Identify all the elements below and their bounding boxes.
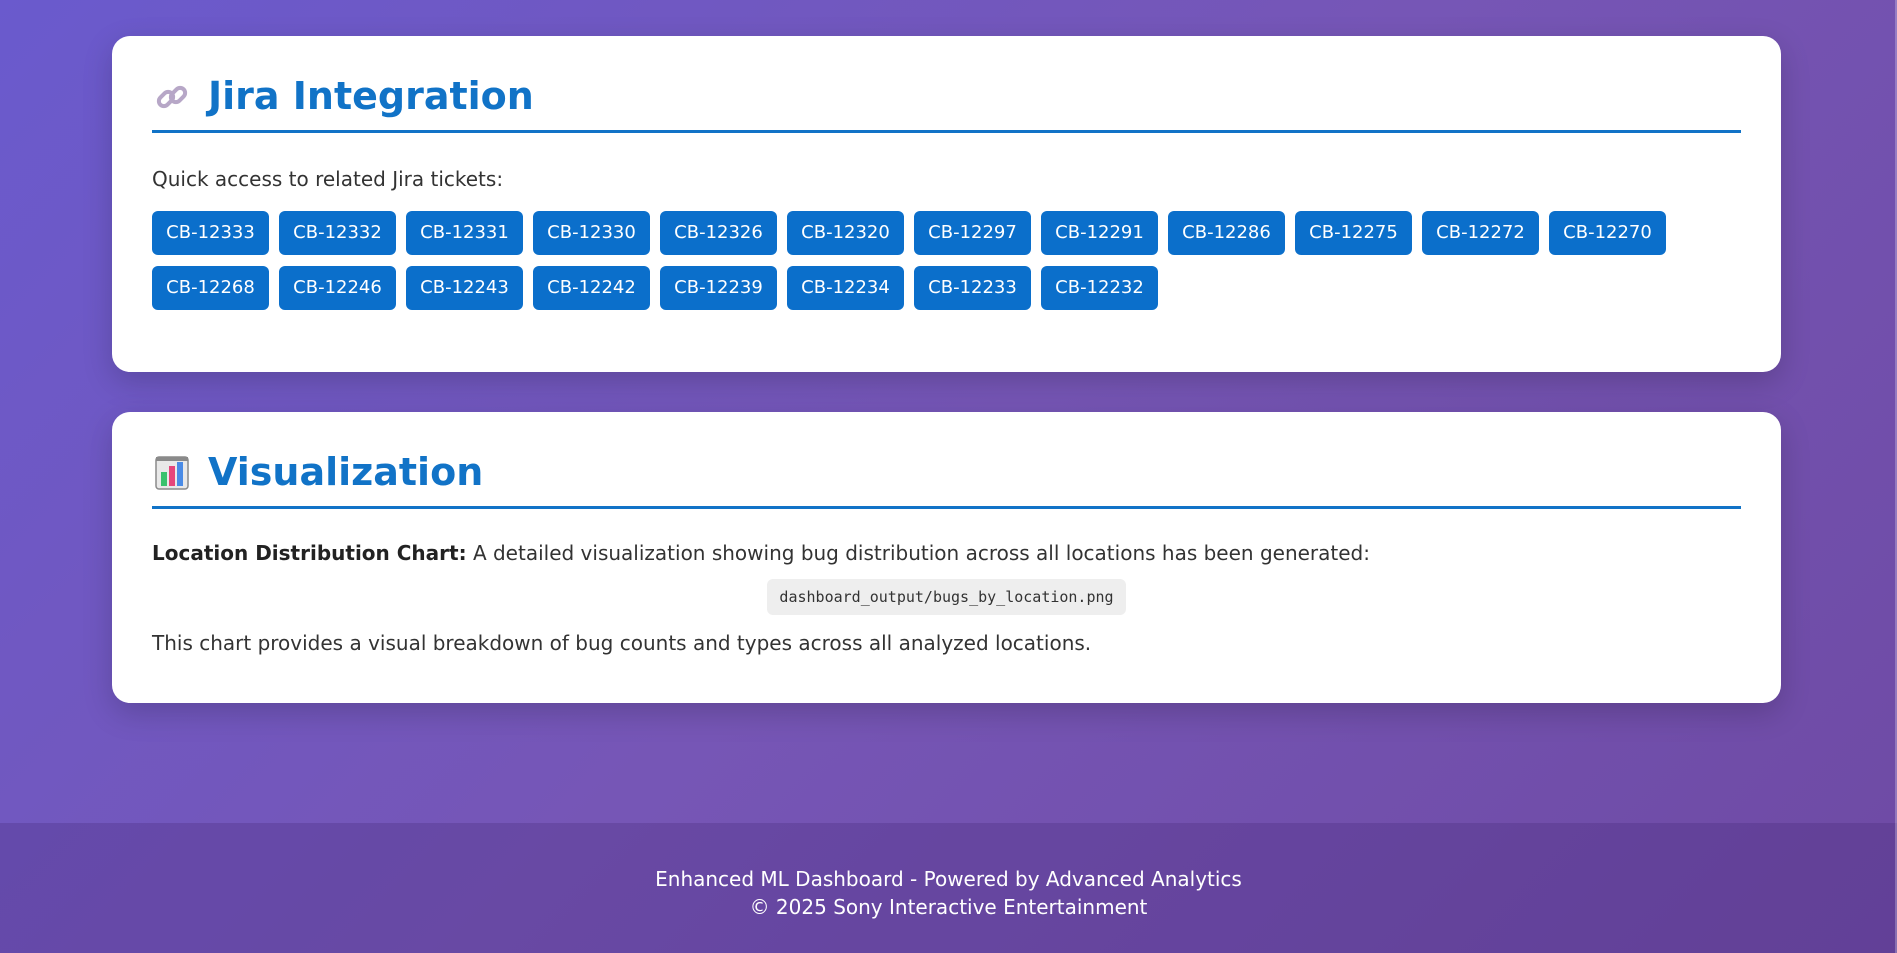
visualization-note: This chart provides a visual breakdown o… xyxy=(152,630,1092,655)
jira-ticket-button[interactable]: CB-12330 xyxy=(533,210,650,255)
jira-ticket-button[interactable]: CB-12332 xyxy=(279,210,396,255)
link-icon xyxy=(152,77,192,117)
page-footer: Enhanced ML Dashboard - Powered by Advan… xyxy=(0,823,1897,953)
jira-ticket-button[interactable]: CB-12333 xyxy=(152,210,269,255)
jira-ticket-button[interactable]: CB-12286 xyxy=(1168,210,1285,255)
visualization-title-text: Visualization xyxy=(208,450,484,494)
jira-ticket-button[interactable]: CB-12242 xyxy=(533,265,650,310)
jira-ticket-button[interactable]: CB-12275 xyxy=(1295,210,1412,255)
jira-ticket-button[interactable]: CB-12270 xyxy=(1549,210,1666,255)
chart-label: Location Distribution Chart: xyxy=(152,540,467,565)
jira-ticket-button[interactable]: CB-12239 xyxy=(660,265,777,310)
dashboard-page: Jira Integration Quick access to related… xyxy=(0,0,1897,953)
chart-file-path: dashboard_output/bugs_by_location.png xyxy=(767,578,1126,615)
jira-ticket-button[interactable]: CB-12272 xyxy=(1422,210,1539,255)
chart-description-text: A detailed visualization showing bug dis… xyxy=(466,540,1370,565)
footer-tagline: Enhanced ML Dashboard - Powered by Advan… xyxy=(655,867,1242,891)
jira-ticket-button[interactable]: CB-12320 xyxy=(787,210,904,255)
jira-integration-card: Jira Integration Quick access to related… xyxy=(112,36,1781,372)
jira-intro-text: Quick access to related Jira tickets: xyxy=(152,166,504,191)
jira-ticket-button[interactable]: CB-12326 xyxy=(660,210,777,255)
footer-copyright: © 2025 Sony Interactive Entertainment xyxy=(749,895,1148,919)
bar-chart-icon xyxy=(152,453,192,493)
jira-ticket-button[interactable]: CB-12243 xyxy=(406,265,523,310)
chart-path-wrapper: dashboard_output/bugs_by_location.png xyxy=(152,578,1741,615)
jira-ticket-button[interactable]: CB-12246 xyxy=(279,265,396,310)
jira-ticket-list: CB-12333 CB-12332 CB-12331 CB-12330 CB-1… xyxy=(152,210,1712,310)
jira-title-text: Jira Integration xyxy=(208,74,534,118)
jira-ticket-button[interactable]: CB-12268 xyxy=(152,265,269,310)
jira-ticket-button[interactable]: CB-12297 xyxy=(914,210,1031,255)
jira-ticket-button[interactable]: CB-12234 xyxy=(787,265,904,310)
visualization-section-title: Visualization xyxy=(152,450,1741,509)
jira-section-title: Jira Integration xyxy=(152,74,1741,133)
visualization-description: Location Distribution Chart: A detailed … xyxy=(152,541,1741,565)
jira-ticket-button[interactable]: CB-12291 xyxy=(1041,210,1158,255)
jira-ticket-button[interactable]: CB-12233 xyxy=(914,265,1031,310)
visualization-card: Visualization Location Distribution Char… xyxy=(112,412,1781,703)
jira-ticket-button[interactable]: CB-12331 xyxy=(406,210,523,255)
jira-ticket-button[interactable]: CB-12232 xyxy=(1041,265,1158,310)
